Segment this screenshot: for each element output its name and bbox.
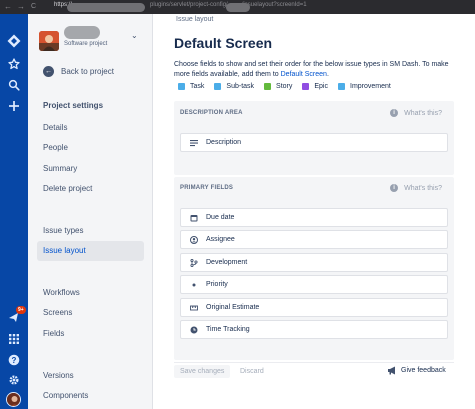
settings-icon[interactable] [5, 371, 23, 389]
project-type-label: Software project [64, 41, 108, 47]
arrow-left-icon: ← [43, 66, 54, 77]
browser-url-bar: ← → C https://plugins/servlet/project-co… [0, 0, 475, 14]
sidebar-item-summary[interactable]: Summary [43, 164, 77, 173]
info-icon: i [390, 109, 399, 117]
text-lines-icon [187, 139, 201, 147]
whats-this-label: What's this? [404, 109, 442, 117]
whats-this-link[interactable]: i What's this? [390, 109, 442, 117]
create-icon[interactable] [5, 97, 23, 115]
issue-type-improvement: Improvement [338, 83, 391, 90]
save-changes-button[interactable]: Save changes [174, 365, 231, 378]
sidebar-item-delete-project[interactable]: Delete project [43, 184, 92, 193]
sidebar-item-details[interactable]: Details [43, 123, 67, 132]
field-label: Priority [206, 281, 228, 288]
issue-type-label: Task [190, 83, 205, 90]
back-to-project-link[interactable]: ← Back to project [43, 66, 114, 77]
sidebar-item-fields[interactable]: Fields [43, 329, 64, 338]
page-title: Default Screen [174, 35, 273, 51]
field-description[interactable]: Description [180, 133, 448, 152]
whats-this-label: What's this? [404, 184, 442, 192]
issue-type-label: Epic [314, 83, 328, 90]
story-icon [264, 83, 272, 90]
issue-type-label: Sub-task [226, 83, 255, 90]
issue-type-list: Task Sub-task Story Epic Improvement [178, 83, 401, 90]
sidebar-item-screens[interactable]: Screens [43, 308, 72, 317]
field-assignee[interactable]: Assignee [180, 230, 448, 249]
jira-logo-icon[interactable] [5, 32, 23, 50]
clock-icon [187, 326, 201, 334]
megaphone-icon [388, 366, 395, 375]
improvement-icon [338, 83, 345, 90]
help-icon[interactable]: ? [5, 351, 23, 369]
primary-fields-panel: PRIMARY FIELDS i What's this? Due date A… [174, 177, 454, 360]
discard-button[interactable]: Discard [240, 368, 264, 375]
global-navigation: 9+ ? [0, 14, 28, 409]
field-label: Development [206, 259, 248, 266]
issue-type-label: Story [276, 83, 293, 90]
project-name-redacted [64, 26, 100, 39]
star-icon[interactable] [5, 55, 23, 73]
svg-text:?: ? [12, 356, 17, 365]
give-feedback-button[interactable]: Give feedback [387, 366, 446, 375]
browser-back-button[interactable]: ← [4, 2, 12, 11]
sidebar-item-people[interactable]: People [43, 143, 68, 152]
sidebar-item-workflows[interactable]: Workflows [43, 288, 80, 297]
issue-type-task: Task [178, 83, 204, 90]
url-tail: /issuelayout?screenId=1 [241, 2, 307, 8]
footer-actions: Save changes Discard Give feedback [174, 362, 454, 378]
field-label: Original Estimate [206, 304, 260, 311]
sidebar-item-issue-types[interactable]: Issue types [43, 226, 83, 235]
field-time-tracking[interactable]: Time Tracking [180, 320, 448, 339]
redacted-host [67, 3, 145, 12]
issue-type-epic: Epic [302, 83, 328, 90]
field-original-estimate[interactable]: Original Estimate [180, 298, 448, 317]
field-development[interactable]: Development [180, 253, 448, 272]
task-icon [178, 83, 185, 90]
field-label: Due date [206, 214, 235, 221]
intro-period: . [326, 71, 329, 78]
info-icon: i [390, 184, 399, 192]
ruler-icon [187, 304, 201, 312]
browser-forward-button[interactable]: → [17, 2, 25, 11]
redacted-project-key [226, 3, 250, 12]
project-sidebar: Software project ⌄ ← Back to project Pro… [28, 14, 153, 409]
calendar-icon [187, 214, 201, 222]
browser-reload-button[interactable]: C [31, 3, 36, 10]
subtask-icon [214, 83, 222, 90]
description-area-heading: DESCRIPTION AREA [180, 110, 243, 116]
user-circle-icon [187, 235, 201, 244]
give-feedback-label: Give feedback [401, 367, 446, 374]
epic-icon [302, 83, 310, 90]
project-settings-heading: Project settings [43, 101, 104, 110]
issue-type-subtask: Sub-task [214, 83, 254, 90]
sidebar-item-issue-layout[interactable]: Issue layout [37, 241, 144, 261]
apps-icon[interactable] [5, 330, 23, 348]
issue-type-story: Story [264, 83, 292, 90]
field-label: Time Tracking [206, 326, 250, 333]
project-avatar[interactable] [39, 31, 59, 51]
intro-text: Choose fields to show and set their orde… [174, 60, 464, 80]
field-label: Assignee [206, 236, 235, 243]
back-to-project-label: Back to project [61, 67, 114, 76]
description-area-panel: DESCRIPTION AREA i What's this? Descript… [174, 101, 454, 175]
field-label: Description [206, 139, 242, 146]
sidebar-item-versions[interactable]: Versions [43, 371, 74, 380]
breadcrumb[interactable]: Issue layout [176, 16, 213, 23]
url-path: plugins/servlet/project-config/ [150, 2, 228, 8]
issue-type-label: Improvement [350, 83, 391, 90]
main-content: Issue layout Default Screen Choose field… [154, 14, 475, 409]
dot-icon [187, 281, 201, 289]
chevron-down-icon[interactable]: ⌄ [131, 31, 138, 40]
field-priority[interactable]: Priority [180, 275, 448, 294]
primary-fields-heading: PRIMARY FIELDS [180, 185, 234, 191]
sidebar-item-components[interactable]: Components [43, 391, 88, 400]
notification-count-badge: 9+ [16, 306, 26, 314]
whats-this-link[interactable]: i What's this? [390, 184, 442, 192]
branch-icon [187, 258, 201, 267]
field-due-date[interactable]: Due date [180, 208, 448, 227]
default-screen-link[interactable]: Default Screen [281, 71, 327, 78]
search-icon[interactable] [5, 76, 23, 94]
user-avatar[interactable] [6, 392, 21, 407]
